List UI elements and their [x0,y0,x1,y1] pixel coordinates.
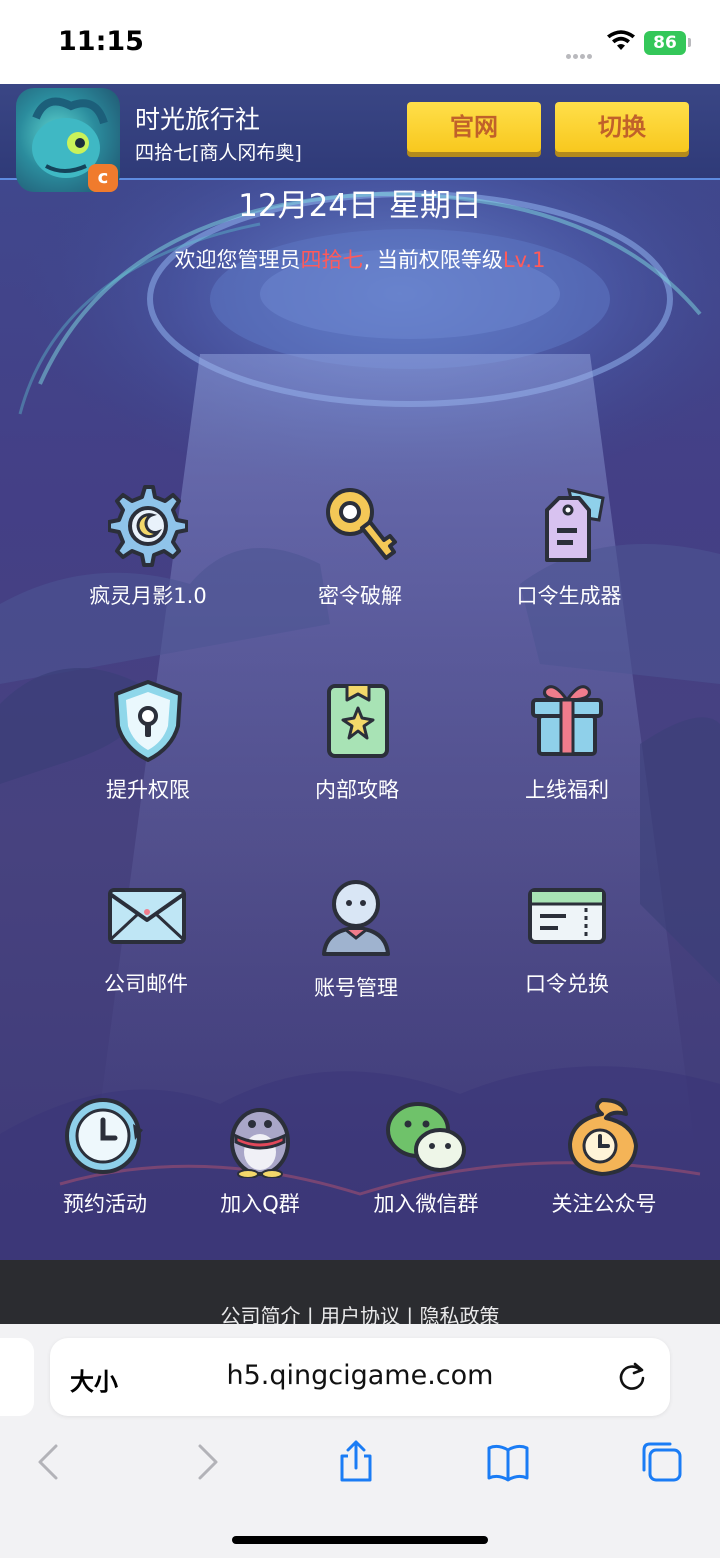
menu-item-code-crack[interactable]: 密令破解 [260,484,460,610]
wechat-icon [386,1102,466,1172]
app-header: c 时光旅行社 四拾七[商人冈布奥] 官网 切换 [0,84,720,192]
welcome-middle: , 当前权限等级 [363,248,503,272]
qq-penguin-icon [230,1108,290,1178]
wifi-icon [607,30,635,50]
clock-icon [65,1098,143,1174]
shield-icon [114,680,182,762]
cellular-signal-icon [566,44,594,63]
browser-toolbar: 大小 h5.qingcigame.com [0,1324,720,1558]
menu-item-label: 内部攻略 [315,778,399,802]
bookmarks-icon[interactable] [486,1440,530,1484]
social-item-label: 关注公众号 [551,1192,657,1216]
admin-name: 四拾七 [300,248,364,272]
menu-item-internal-guide[interactable]: 内部攻略 [257,678,457,804]
menu-item-crazy-moon[interactable]: 疯灵月影1.0 [48,484,248,610]
social-item-label: 加入微信群 [373,1192,479,1216]
user-icon [322,880,390,956]
menu-item-label: 公司邮件 [104,972,188,996]
envelope-icon [108,888,186,944]
menu-item-code-generator[interactable]: 口令生成器 [469,484,669,610]
menu-item-code-redeem[interactable]: 口令兑换 [467,876,667,998]
tag-icon [545,487,605,562]
menu-item-label: 口令生成器 [516,584,622,608]
guide-book-icon [327,684,389,758]
share-icon[interactable] [334,1440,378,1484]
social-item-official-account[interactable]: 关注公众号 [504,1094,704,1218]
gear-moon-icon [108,485,188,567]
tabs-icon[interactable] [640,1440,684,1484]
menu-item-label: 账号管理 [314,976,398,1000]
menu-item-label: 上线福利 [525,778,609,802]
ticket-icon [528,888,606,944]
gift-icon [531,685,603,756]
official-account-icon [568,1098,638,1176]
menu-item-company-mail[interactable]: 公司邮件 [46,876,246,998]
switch-account-button[interactable]: 切换 [555,102,689,152]
social-item-wechat-group[interactable]: 加入微信群 [326,1094,526,1218]
battery-level: 86 [653,33,677,53]
url-text[interactable]: h5.qingcigame.com [50,1360,670,1391]
official-site-button[interactable]: 官网 [407,102,541,152]
address-bar[interactable]: 大小 h5.qingcigame.com [50,1338,670,1416]
battery-tip [688,38,691,47]
back-icon[interactable] [28,1440,72,1484]
battery-icon: 86 [644,31,686,55]
status-time: 11:15 [58,26,144,57]
menu-item-label: 提升权限 [106,778,190,802]
menu-item-account-manage[interactable]: 账号管理 [256,876,456,1002]
welcome-message: 欢迎您管理员四拾七, 当前权限等级Lv.1 [0,244,720,274]
date-label: 12月24日 星期日 [238,188,482,224]
welcome-prefix: 欢迎您管理员 [174,248,301,272]
footer-links[interactable]: 公司简介 | 用户协议 | 隐私政策 [0,1300,720,1324]
reload-icon[interactable] [616,1360,648,1392]
home-indicator[interactable] [232,1536,488,1544]
app-title: 时光旅行社 [135,105,261,134]
permission-level: Lv.1 [502,248,546,272]
menu-item-label: 密令破解 [318,584,402,608]
menu-item-raise-permission[interactable]: 提升权限 [48,678,248,804]
menu-item-label: 口令兑换 [525,972,609,996]
previous-tab-peek[interactable] [0,1338,34,1416]
player-name: 四拾七[商人冈布奥] [135,142,302,164]
status-bar: 11:15 86 [0,0,720,84]
forward-icon[interactable] [184,1440,228,1484]
menu-item-online-rewards[interactable]: 上线福利 [467,678,667,804]
menu-item-label: 疯灵月影1.0 [89,584,207,608]
key-icon [326,488,397,560]
page-footer: 公司简介 | 用户协议 | 隐私政策 [0,1260,720,1324]
game-page: c 时光旅行社 四拾七[商人冈布奥] 官网 切换 12月24日 星期日 欢迎您管… [0,84,720,1260]
